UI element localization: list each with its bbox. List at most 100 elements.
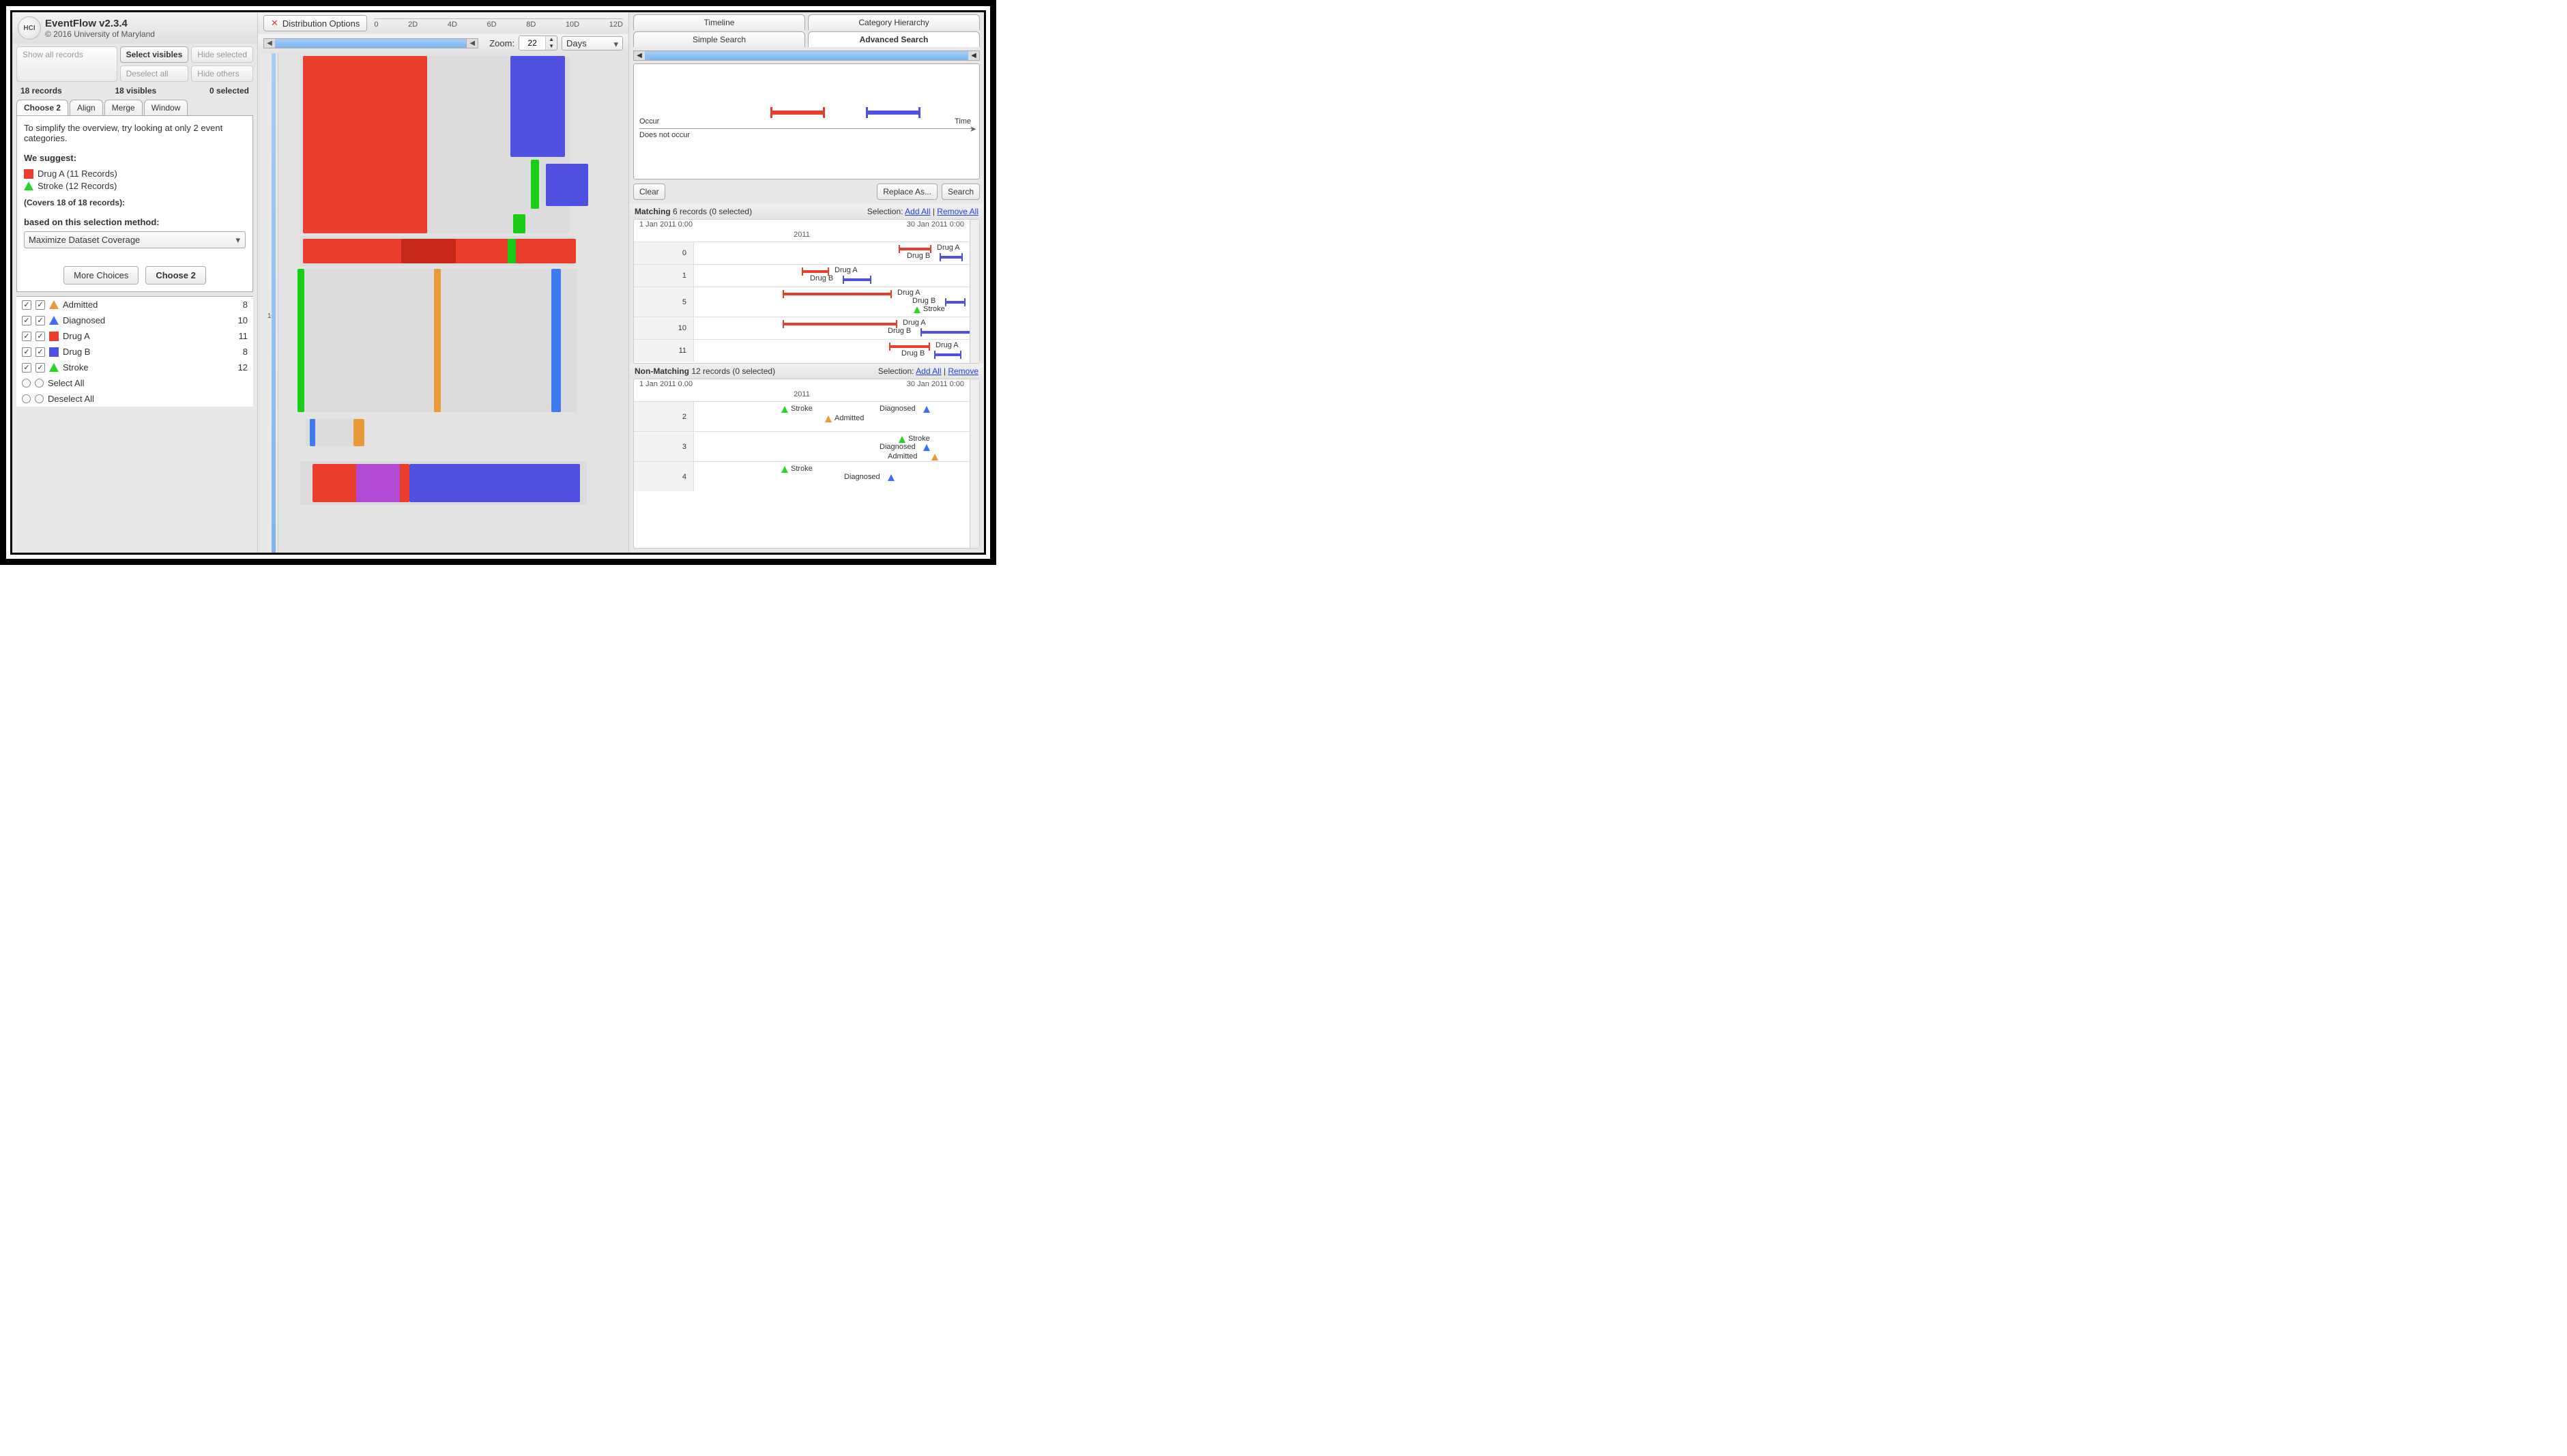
event-label: Admitted (835, 414, 864, 422)
legend-checkbox[interactable]: ✓ (22, 363, 31, 373)
legend-checkbox[interactable]: ✓ (22, 332, 31, 341)
clear-button[interactable]: Clear (633, 184, 665, 200)
ruler-tick: 8D (526, 20, 536, 29)
replace-as-button[interactable]: Replace As... (877, 184, 938, 200)
matching-summary: 6 records (0 selected) (673, 207, 752, 216)
legend-label: Drug A (63, 331, 90, 341)
choose2-button[interactable]: Choose 2 (145, 266, 206, 285)
more-choices-button[interactable]: More Choices (63, 266, 139, 285)
ruler-tick: 2D (408, 20, 418, 29)
nonmatching-summary: 12 records (0 selected) (691, 366, 775, 376)
tab-window[interactable]: Window (144, 100, 188, 115)
tab-advanced-search[interactable]: Advanced Search (808, 31, 980, 47)
legend-checkbox[interactable]: ✓ (22, 316, 31, 325)
radio-icon[interactable] (35, 379, 44, 388)
hide-selected-button[interactable]: Hide selected (191, 46, 253, 63)
matching-vscroll[interactable] (970, 220, 979, 363)
radio-icon[interactable] (35, 394, 44, 403)
legend-checkbox[interactable]: ✓ (35, 363, 45, 373)
tab-timeline[interactable]: Timeline (633, 14, 805, 30)
stroke-icon (24, 181, 33, 190)
result-row[interactable]: 3StrokeDiagnosedAdmitted (634, 431, 970, 461)
legend-deselectAll[interactable]: Deselect All (16, 391, 253, 407)
tab-choose2[interactable]: Choose 2 (16, 100, 68, 115)
selection-method-select[interactable]: Maximize Dataset Coverage (24, 231, 246, 248)
app-title: EventFlow v2.3.4 (45, 18, 155, 29)
tab-simple-search[interactable]: Simple Search (633, 31, 805, 47)
legend-checkbox[interactable]: ✓ (35, 332, 45, 341)
drug-a-bar (783, 293, 892, 295)
result-row[interactable]: 2StrokeAdmittedDiagnosed (634, 401, 970, 431)
result-row[interactable]: 11Drug ADrug B (634, 339, 970, 362)
legend-checkbox[interactable]: ✓ (35, 300, 45, 310)
drug-b-label: Drug B (912, 297, 936, 305)
result-row[interactable]: 5Drug ADrug BStroke (634, 287, 970, 317)
matching-add-all-link[interactable]: Add All (905, 207, 930, 216)
result-row[interactable]: 10Drug ADrug B (634, 317, 970, 339)
ruler-tick: 4D (448, 20, 457, 29)
result-row[interactable]: 0Drug ADrug B (634, 242, 970, 264)
radio-icon[interactable] (22, 379, 31, 388)
legend-icon (49, 316, 59, 325)
drug-b-bar (934, 353, 961, 356)
show-all-records-button[interactable]: Show all records (16, 46, 117, 82)
deselect-all-button[interactable]: Deselect all (120, 65, 189, 82)
event-icon (899, 436, 905, 443)
search-button[interactable]: Search (942, 184, 980, 200)
event-label: Diagnosed (880, 443, 916, 451)
nonmatching-vscroll[interactable] (970, 379, 979, 548)
legend-count: 8 (243, 300, 248, 310)
legend-option-label: Select All (48, 378, 84, 388)
nonmatching-title: Non-Matching (635, 366, 689, 376)
radio-icon[interactable] (22, 394, 31, 403)
hide-others-button[interactable]: Hide others (191, 65, 253, 82)
time-ruler: 02D4D6D8D10D12D (374, 18, 623, 29)
hscroll-thumb[interactable] (275, 39, 467, 48)
drug-a-bar (899, 248, 931, 250)
zoom-up-icon[interactable]: ▲ (546, 36, 557, 43)
nonmatching-add-all-link[interactable]: Add All (916, 366, 941, 376)
legend-selectAll[interactable]: Select All (16, 375, 253, 391)
zoom-down-icon[interactable]: ▼ (546, 43, 557, 50)
nonmatching-year: 2011 (634, 390, 970, 398)
occur-label: Occur (639, 117, 659, 126)
app-copyright: © 2016 University of Maryland (45, 29, 155, 39)
right-hscroll-right-icon[interactable]: ◀ (968, 52, 979, 59)
query-canvas[interactable]: Occur Time ➤ Does not occur (633, 63, 980, 179)
zoom-input[interactable] (519, 36, 545, 50)
legend-checkbox[interactable]: ✓ (35, 316, 45, 325)
hscroll-left-icon[interactable]: ◀ (264, 40, 275, 47)
choose2-intro: To simplify the overview, try looking at… (24, 123, 246, 143)
legend-checkbox[interactable]: ✓ (35, 347, 45, 357)
row-id: 0 (634, 242, 694, 264)
event-label: Diagnosed (844, 473, 880, 481)
right-hscroll-thumb[interactable] (645, 51, 968, 60)
overview-visualization[interactable]: 0 10 (258, 53, 628, 553)
legend-icon (49, 347, 59, 357)
drug-a-label: Drug A (903, 319, 926, 327)
distribution-options-button[interactable]: ✕ Distribution Options (263, 15, 367, 31)
matching-remove-all-link[interactable]: Remove All (937, 207, 978, 216)
matching-date-end: 30 Jan 2011 0:00 (907, 220, 964, 229)
tab-align[interactable]: Align (70, 100, 103, 115)
tab-merge[interactable]: Merge (104, 100, 143, 115)
right-hscroll[interactable]: ◀ ◀ (633, 50, 980, 61)
right-hscroll-left-icon[interactable]: ◀ (634, 52, 645, 59)
event-icon (825, 416, 832, 422)
select-visibles-button[interactable]: Select visibles (120, 46, 189, 63)
legend-label: Drug B (63, 347, 90, 357)
center-hscroll[interactable]: ◀ ◀ (263, 38, 478, 48)
legend-checkbox[interactable]: ✓ (22, 347, 31, 357)
legend-checkbox[interactable]: ✓ (22, 300, 31, 310)
result-row[interactable]: 4StrokeDiagnosed (634, 461, 970, 491)
row-id: 4 (634, 462, 694, 491)
legend-count: 11 (239, 331, 248, 341)
tab-category-hierarchy[interactable]: Category Hierarchy (808, 14, 980, 30)
suggest-drug-a: Drug A (11 Records) (38, 169, 117, 179)
hscroll-right-icon[interactable]: ◀ (467, 40, 478, 47)
zoom-spinner[interactable]: ▲▼ (519, 35, 557, 50)
legend-icon (49, 363, 59, 372)
result-row[interactable]: 1Drug ADrug B (634, 264, 970, 287)
zoom-unit-select[interactable]: Days (562, 36, 623, 50)
nonmatching-remove-link[interactable]: Remove (948, 366, 978, 376)
